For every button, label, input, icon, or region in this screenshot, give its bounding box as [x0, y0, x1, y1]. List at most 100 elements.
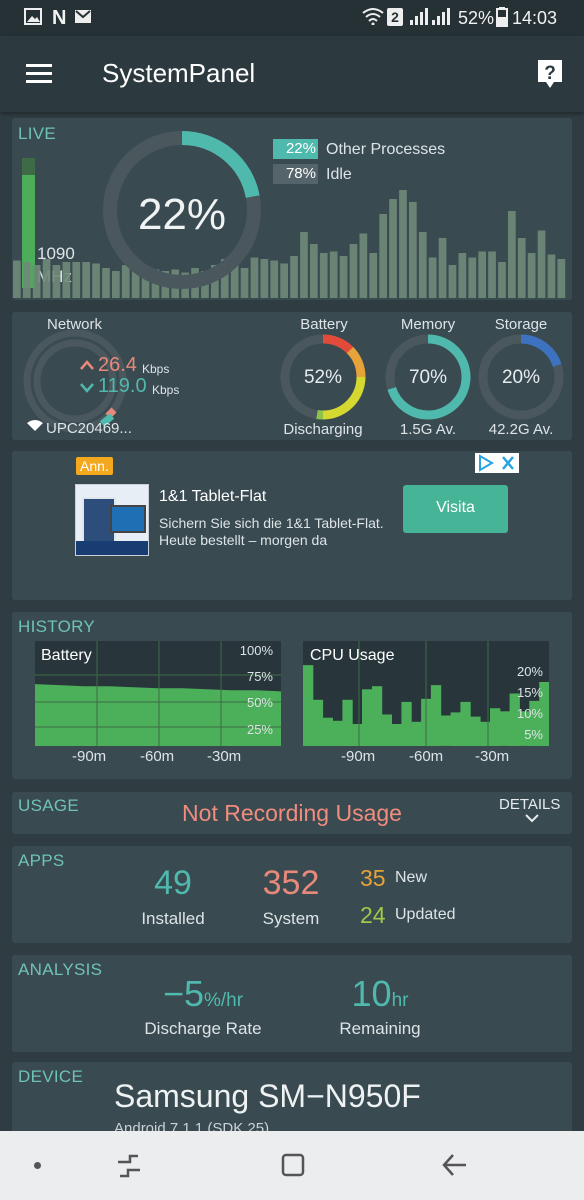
legend-label-other: Other Processes [326, 141, 446, 158]
cpu-history-bar [349, 244, 358, 298]
download-arrow-icon [80, 383, 94, 393]
cpu-history-bar [62, 262, 71, 298]
updated-label: Updated [395, 906, 456, 923]
cpu-history-bar [379, 214, 387, 298]
cpu-history-bar [418, 232, 427, 298]
cpu-history-bar [438, 238, 447, 298]
cpu-history-bar [82, 262, 90, 298]
back-icon[interactable] [442, 1152, 468, 1178]
cpu-history-bar [499, 711, 511, 746]
cpu-y-tick: 15% [516, 685, 543, 700]
device-card[interactable]: DEVICE Samsung SM−N950F Android 7.1.1 (S… [12, 1062, 572, 1142]
cpu-history-bar [332, 720, 343, 746]
app-bar: SystemPanel ? [0, 36, 584, 112]
cpu-history-bar [322, 717, 333, 747]
history-card[interactable]: HISTORY Battery 100% 75% 50% 25% -90m -6… [12, 612, 572, 779]
cpu-history-chart[interactable]: CPU Usage 20% 15% 10% 5% [303, 641, 550, 747]
ad-body[interactable]: Sichern Sie sich die 1&1 Tablet-Flat. He… [159, 515, 391, 549]
cpu-history-bar [362, 689, 373, 746]
cpu-history-bar [399, 190, 407, 298]
resources-card[interactable]: Network 26.4 Kbps 119.0 Kbps UPC20469...… [12, 312, 572, 440]
upload-unit: Kbps [142, 362, 170, 376]
cpu-history-bar [411, 721, 422, 746]
battery-x-tick: -60m [140, 748, 175, 765]
dot-icon[interactable] [34, 1162, 41, 1169]
help-icon[interactable]: ? [536, 58, 564, 90]
remaining-time: 10hr [318, 973, 442, 1015]
usage-card[interactable]: USAGE Not Recording Usage DETAILS [12, 792, 572, 834]
battery-gauge-sub: Discharging [283, 421, 363, 438]
discharge-rate-unit: %/hr [203, 990, 244, 1011]
cpu-history-bar [303, 665, 314, 746]
cpu-history-bar [72, 262, 81, 298]
cpu-history-bar [300, 232, 308, 298]
cpu-history-bar [359, 233, 368, 298]
cpu-history-bar [428, 257, 437, 298]
installed-label: Installed [141, 909, 205, 928]
live-card[interactable]: LIVE 1090 MHz 22% 22% Other Processes 78… [12, 118, 572, 300]
cpu-history-bar [329, 251, 338, 298]
ad-cta-button[interactable]: Visita [403, 485, 508, 533]
cpu-history-bar [352, 724, 363, 747]
new-count: 35 [360, 865, 386, 891]
details-button[interactable]: DETAILS [499, 796, 560, 813]
mail-icon [75, 10, 91, 23]
battery-gauge-value: 52% [303, 367, 343, 388]
legend-value-other: 22% [273, 139, 318, 159]
n-icon: N [52, 7, 67, 29]
battery-history-chart[interactable]: Battery 100% 75% 50% 25% [35, 641, 281, 746]
memory-gauge-title: Memory [400, 316, 456, 333]
ad-choices-icon[interactable] [475, 453, 519, 473]
cpu-history-bar [319, 253, 328, 298]
installed-count: 49 [154, 864, 192, 902]
cpu-history-bar [460, 701, 471, 746]
battery-icon [496, 7, 508, 27]
ad-card[interactable]: Ann. 1&1 Tablet-Flat Sichern Sie sich di… [12, 451, 572, 600]
battery-y-tick: 50% [246, 695, 273, 710]
ad-badge: Ann. [76, 457, 113, 475]
signal-icon [410, 8, 428, 25]
cpu-history-bar [440, 715, 452, 746]
cpu-history-bar [310, 244, 318, 298]
cpu-history-bar [498, 262, 506, 298]
ad-image[interactable] [75, 484, 149, 556]
upload-speed: 26.4 [98, 354, 137, 376]
ad-choices[interactable] [475, 453, 519, 473]
battery-y-tick: 75% [246, 669, 273, 684]
ad-title[interactable]: 1&1 Tablet-Flat [159, 488, 266, 506]
svg-text:?: ? [544, 63, 556, 84]
device-model: Samsung SM−N950F [114, 1078, 421, 1114]
menu-icon[interactable] [26, 64, 52, 84]
cpu-history-bar [508, 211, 516, 298]
chevron-down-icon[interactable] [525, 813, 539, 823]
recent-apps-icon[interactable] [116, 1153, 142, 1179]
cpu-history-bar [527, 253, 536, 298]
battery-y-tick: 25% [246, 722, 273, 737]
cpu-y-tick: 20% [516, 664, 543, 679]
cpu-history-bar [480, 721, 491, 746]
cpu-history-bar [401, 701, 412, 746]
discharge-rate-value: −5 [162, 973, 204, 1014]
cpu-history-bar [537, 230, 546, 298]
cpu-history-bar [391, 724, 402, 747]
cpu-history-bar [13, 260, 21, 298]
signal-icon [432, 8, 450, 25]
analysis-card[interactable]: ANALYSIS −5%/hr Discharge Rate 10hr Rema… [12, 955, 572, 1052]
apps-card[interactable]: APPS 49 Installed 352 System 35 New 24 U… [12, 846, 572, 943]
discharge-rate: −5%/hr [123, 973, 283, 1015]
legend-label-idle: Idle [326, 166, 352, 183]
cpu-history-bar [92, 263, 100, 298]
home-icon[interactable] [280, 1152, 306, 1178]
cpu-x-tick: -60m [409, 748, 444, 765]
system-label: System [262, 909, 320, 928]
cpu-history-bar [450, 712, 461, 746]
cpu-history-bar [478, 251, 486, 298]
cpu-history-bar [430, 685, 442, 746]
cpu-history-title: CPU Usage [310, 647, 395, 664]
app-title: SystemPanel [102, 58, 256, 88]
wifi-ssid: UPC20469... [46, 420, 132, 437]
usage-status: Not Recording Usage [182, 800, 402, 826]
discharge-rate-label: Discharge Rate [144, 1019, 262, 1038]
battery-history-area [35, 684, 281, 746]
cpu-history-bar [270, 260, 279, 298]
